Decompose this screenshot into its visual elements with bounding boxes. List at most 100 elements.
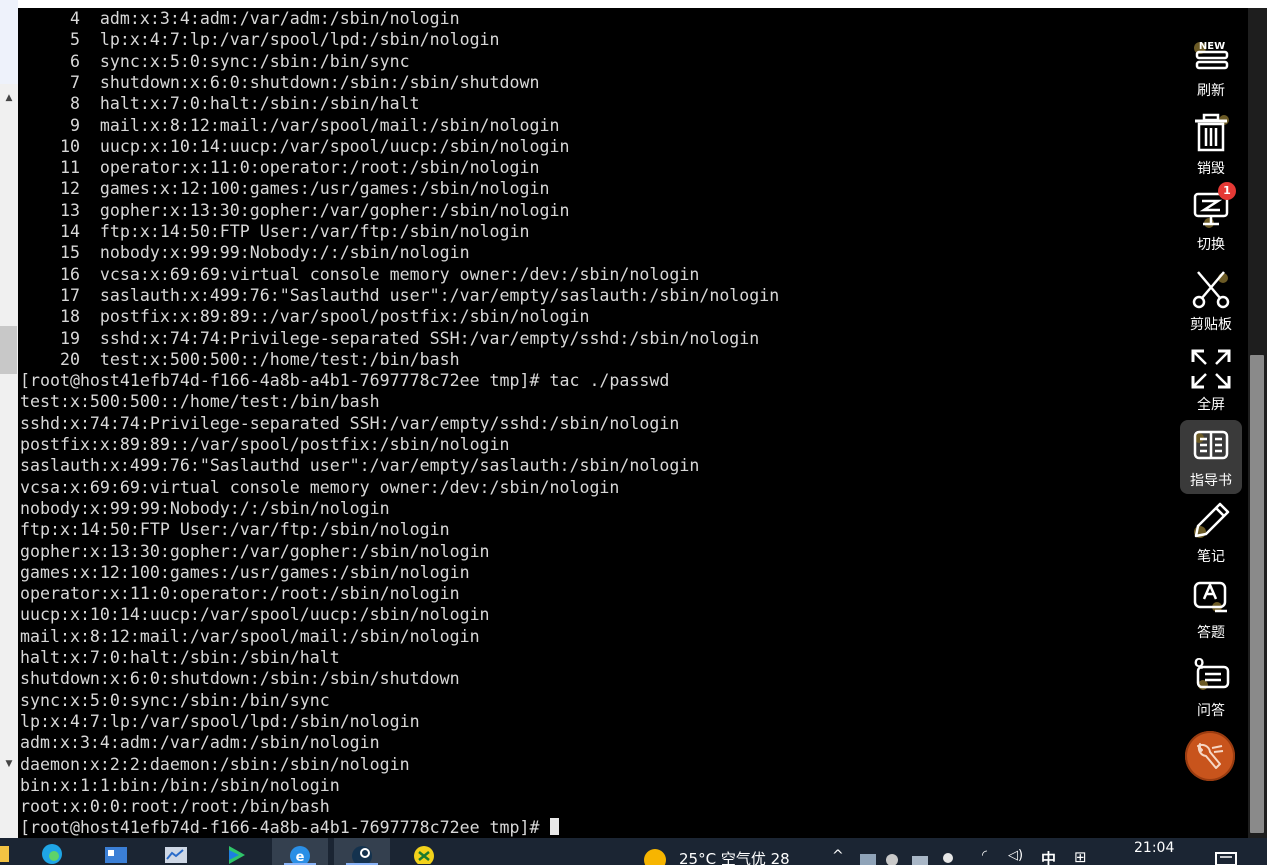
taskbar-clock[interactable]: 21:04: [1134, 840, 1174, 856]
trash-icon: [1188, 110, 1234, 156]
terminal-line: saslauth:x:499:76:"Saslauthd user":/var/…: [20, 456, 700, 476]
taskbar-app-contacts[interactable]: [88, 838, 144, 865]
terminal-line: 17 saslauth:x:499:76:"Saslauthd user":/v…: [20, 285, 780, 305]
terminal-line: 19 sshd:x:74:74:Privilege-separated SSH:…: [20, 328, 760, 348]
terminal-line: halt:x:7:0:halt:/sbin:/sbin/halt: [20, 648, 340, 667]
taskbar-app-yellow[interactable]: [396, 838, 452, 865]
folder-icon: [0, 845, 9, 862]
ime-indicator[interactable]: 中: [1041, 848, 1056, 865]
svg-text:e: e: [296, 850, 305, 864]
terminal-line: 15 nobody:x:99:99:Nobody:/:/sbin/nologin: [20, 243, 470, 263]
taskbar-app-steam[interactable]: [334, 838, 390, 865]
terminal-line: 5 lp:x:4:7:lp:/var/spool/lpd:/sbin/nolog…: [20, 30, 500, 50]
tool-fullscreen[interactable]: 全屏: [1180, 344, 1242, 418]
tool-notes-label: 笔记: [1197, 549, 1225, 565]
keyboard-grid-icon[interactable]: ⊞: [1074, 848, 1087, 865]
video-player-icon: [229, 845, 245, 864]
terminal-line: shutdown:x:6:0:shutdown:/sbin:/sbin/shut…: [20, 669, 460, 689]
left-scroll-up-arrow[interactable]: ▲: [0, 90, 18, 106]
terminal-scroll-thumb[interactable]: [1250, 355, 1264, 833]
tool-answer[interactable]: 答题: [1180, 572, 1242, 646]
terminal-line: 8 halt:x:7:0:halt:/sbin:/sbin/halt: [20, 94, 420, 114]
terminal-line: root:x:0:0:root:/root:/bin/bash: [20, 797, 330, 817]
wrench-button[interactable]: [1185, 731, 1235, 781]
terminal-line: games:x:12:100:games:/usr/games:/sbin/no…: [20, 562, 470, 582]
scissors-icon: [1188, 266, 1234, 312]
terminal-line: 7 shutdown:x:6:0:shutdown:/sbin:/sbin/sh…: [20, 72, 540, 92]
tool-answer-label: 答题: [1197, 625, 1225, 641]
taskbar-app-player[interactable]: [208, 838, 264, 865]
tool-qa-label: 问答: [1197, 703, 1225, 719]
tool-destroy-label: 销毁: [1197, 161, 1225, 177]
taskbar-app-edge[interactable]: [24, 838, 80, 865]
terminal-line: mail:x:8:12:mail:/var/spool/mail:/sbin/n…: [20, 626, 480, 646]
qa-icon: Q: [1188, 652, 1234, 698]
terminal-line: 9 mail:x:8:12:mail:/var/spool/mail:/sbin…: [20, 115, 560, 135]
steam-icon: [352, 845, 372, 864]
left-scroll-thumb[interactable]: [0, 326, 17, 374]
pencil-icon: [1188, 498, 1234, 544]
tool-refresh[interactable]: NEW 刷新: [1180, 30, 1242, 104]
book-icon: [1188, 422, 1234, 468]
notification-center-icon[interactable]: [1215, 852, 1237, 865]
terminal-line: bin:x:1:1:bin:/bin:/sbin/nologin: [20, 775, 340, 795]
wrench-icon: [1197, 743, 1224, 769]
terminal-prompt-line[interactable]: [root@host41efb74d-f166-4a8b-a4b1-769777…: [20, 817, 559, 838]
tool-fullscreen-label: 全屏: [1197, 397, 1225, 413]
terminal-cursor: [549, 818, 559, 836]
yellow-app-icon: [414, 845, 434, 864]
tray-icons[interactable]: [860, 852, 960, 865]
weather-text[interactable]: 25°C 空气优 28: [679, 848, 790, 865]
left-scroll-down-arrow[interactable]: ▼: [0, 756, 18, 772]
side-toolbar: NEW 刷新 销毁 1 切换 剪贴板 全屏 指导书 笔记 答题 Q 问答: [1176, 26, 1246, 796]
switch-badge: 1: [1218, 182, 1236, 200]
fullscreen-icon: [1188, 346, 1234, 392]
terminal-window[interactable]: 4 adm:x:3:4:adm:/var/adm:/sbin/nologin 5…: [18, 8, 1248, 838]
wifi-icon[interactable]: ◜: [982, 848, 987, 863]
tool-destroy[interactable]: 销毁: [1180, 108, 1242, 182]
terminal-line: sync:x:5:0:sync:/sbin:/bin/sync: [20, 690, 330, 710]
terminal-line: ftp:x:14:50:FTP User:/var/ftp:/sbin/nolo…: [20, 520, 450, 540]
terminal-line: sshd:x:74:74:Privilege-separated SSH:/va…: [20, 413, 680, 433]
terminal-line: nobody:x:99:99:Nobody:/:/sbin/nologin: [20, 498, 390, 518]
terminal-scrollbar[interactable]: [1248, 8, 1267, 838]
weather-sun-icon: [644, 849, 666, 865]
terminal-prompt: [root@host41efb74d-f166-4a8b-a4b1-769777…: [20, 818, 550, 838]
taskbar-app-ie[interactable]: e: [272, 838, 328, 865]
terminal-line: lp:x:4:7:lp:/var/spool/lpd:/sbin/nologin: [20, 711, 420, 731]
terminal-line: 4 adm:x:3:4:adm:/var/adm:/sbin/nologin: [20, 9, 460, 28]
terminal-line: 14 ftp:x:14:50:FTP User:/var/ftp:/sbin/n…: [20, 222, 530, 241]
terminal-line: 18 postfix:x:89:89::/var/spool/postfix:/…: [20, 307, 590, 327]
terminal-line: test:x:500:500::/home/test:/bin/bash: [20, 392, 380, 412]
top-border: [18, 0, 1267, 8]
tool-qa[interactable]: Q 问答: [1180, 650, 1242, 724]
taskbar-app-monitor[interactable]: [148, 838, 204, 865]
volume-icon[interactable]: ◁): [1008, 848, 1023, 863]
terminal-line: uucp:x:10:14:uucp:/var/spool/uucp:/sbin/…: [20, 605, 490, 625]
tool-notes[interactable]: 笔记: [1180, 496, 1242, 570]
terminal-line: 13 gopher:x:13:30:gopher:/var/gopher:/sb…: [20, 200, 570, 220]
new-badge-text: NEW: [1199, 41, 1225, 52]
tool-clipboard[interactable]: 剪贴板: [1180, 264, 1242, 338]
tray-chevron-icon[interactable]: ^: [832, 848, 844, 864]
contacts-card-icon: [105, 846, 127, 863]
tool-switch[interactable]: 1 切换: [1180, 182, 1242, 258]
edge-browser-icon: [42, 843, 62, 864]
ie-browser-icon: e: [290, 845, 310, 864]
tool-refresh-label: 刷新: [1197, 83, 1225, 99]
tool-switch-label: 切换: [1197, 237, 1225, 253]
terminal-line: vcsa:x:69:69:virtual console memory owne…: [20, 477, 620, 497]
tool-guidebook-label: 指导书: [1190, 473, 1232, 489]
terminal-line: 6 sync:x:5:0:sync:/sbin:/bin/sync: [20, 51, 410, 71]
tool-guidebook[interactable]: 指导书: [1180, 420, 1242, 494]
terminal-line: 10 uucp:x:10:14:uucp:/var/spool/uucp:/sb…: [20, 136, 570, 156]
refresh-new-icon: NEW: [1188, 32, 1234, 78]
switch-monitor-icon: 1: [1188, 182, 1236, 232]
terminal-line: operator:x:11:0:operator:/root:/sbin/nol…: [20, 584, 460, 604]
terminal-line: postfix:x:89:89::/var/spool/postfix:/sbi…: [20, 435, 510, 454]
terminal-line: 20 test:x:500:500::/home/test:/bin/bash: [20, 349, 460, 369]
windows-taskbar: e 25°C 空气优 28 ^ ◜ ◁) 中 ⊞ 21:04: [0, 838, 1267, 865]
terminal-line: daemon:x:2:2:daemon:/sbin:/sbin/nologin: [20, 754, 410, 774]
terminal-line: 16 vcsa:x:69:69:virtual console memory o…: [20, 264, 700, 284]
terminal-line: [root@host41efb74d-f166-4a8b-a4b1-769777…: [20, 371, 670, 391]
